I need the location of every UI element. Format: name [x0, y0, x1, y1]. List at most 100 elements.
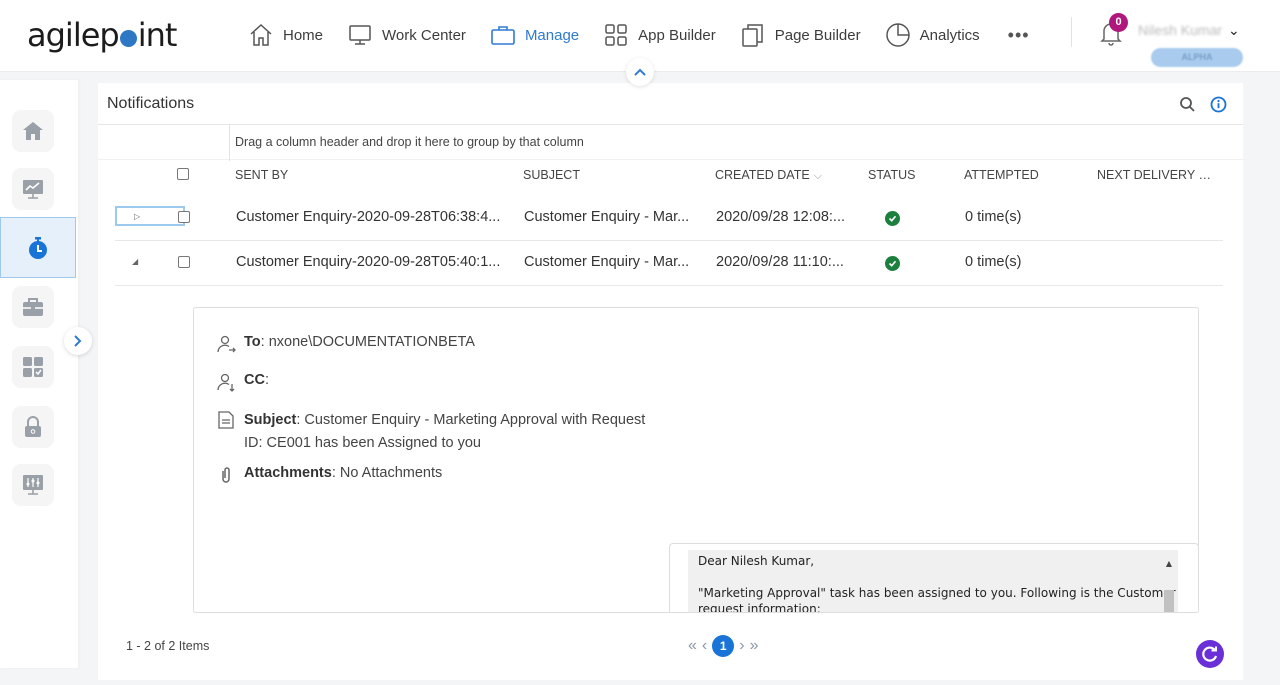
detail-to: To: nxone\DOCUMENTATIONBETA: [216, 334, 475, 354]
table-row[interactable]: ▷ Customer Enquiry-2020-09-28T06:38:4...…: [115, 196, 1223, 241]
nav-item-label: App Builder: [638, 26, 716, 44]
column-header-attempted[interactable]: ATTEMPTED: [964, 168, 1039, 182]
sort-descending-icon: ⌵: [813, 170, 823, 182]
row-checkbox[interactable]: [178, 256, 190, 268]
main-nav: Home Work Center Manage App Builder Page…: [248, 20, 1030, 50]
document-icon: [218, 411, 234, 429]
table-row[interactable]: ◢ Customer Enquiry-2020-09-28T05:40:1...…: [115, 241, 1223, 286]
cell-attempted: 0 time(s): [965, 209, 1022, 225]
more-menu-button[interactable]: •••: [1008, 25, 1030, 46]
grid-header: SENT BY SUBJECT CREATED DATE ⌵ STATUS ATT…: [98, 163, 1243, 187]
message-greeting: Dear Nilesh Kumar,: [698, 554, 815, 568]
briefcase-icon: [491, 26, 515, 45]
home-icon: [250, 23, 272, 46]
expand-arrow-icon: ▷: [134, 211, 141, 221]
logo-text-start: agilep: [27, 16, 120, 54]
refresh-button[interactable]: [1196, 640, 1224, 668]
cell-subject: Customer Enquiry - Mar...: [524, 254, 690, 270]
select-all-checkbox[interactable]: [177, 168, 189, 180]
collapse-header-button[interactable]: [626, 58, 654, 86]
status-success-icon: [885, 256, 900, 271]
sidebar-item-settings[interactable]: [12, 464, 54, 506]
pie-chart-icon: [885, 23, 910, 47]
nav-item-analytics[interactable]: Analytics: [885, 22, 980, 48]
row-checkbox[interactable]: [178, 211, 190, 223]
agilepoint-logo[interactable]: agilep int: [27, 16, 178, 54]
column-header-subject[interactable]: SUBJECT: [523, 168, 580, 182]
previous-page-button[interactable]: ‹: [702, 637, 707, 655]
nav-item-manage[interactable]: Manage: [490, 22, 579, 48]
sidebar-item-home[interactable]: [12, 110, 54, 152]
column-header-next-delivery-date[interactable]: NEXT DELIVERY D...: [1097, 168, 1217, 182]
first-page-button[interactable]: «: [688, 637, 697, 655]
group-by-hint: Drag a column header and drop it here to…: [235, 135, 584, 149]
sliders-monitor-icon: [23, 475, 43, 495]
monitor-icon: [349, 25, 371, 45]
group-bar-divider: [229, 125, 230, 161]
info-icon[interactable]: [1210, 96, 1227, 113]
detail-cc: CC:: [216, 372, 269, 392]
last-page-button[interactable]: »: [750, 637, 759, 655]
scroll-up-arrow-icon[interactable]: ▲: [1166, 556, 1172, 572]
subject-value-line2: ID: CE001 has been Assigned to you: [244, 435, 481, 451]
nav-item-work-center[interactable]: Work Center: [347, 22, 466, 48]
attachments-label: Attachments: [244, 465, 332, 481]
item-count: 1 - 2 of 2 Items: [126, 639, 210, 653]
message-text-line: "Marketing Approval" task has been assig…: [698, 586, 1176, 600]
paperclip-icon: [222, 467, 230, 483]
refresh-icon: [1202, 646, 1218, 662]
detail-subject: Subject: Customer Enquiry - Marketing Ap…: [216, 409, 645, 455]
cell-created-date: 2020/09/28 11:10:...: [716, 254, 844, 270]
to-value: : nxone\DOCUMENTATIONBETA: [260, 334, 475, 350]
user-receive-icon: [217, 373, 235, 392]
message-body[interactable]: Dear Nilesh Kumar, "Marketing Approval" …: [688, 550, 1178, 613]
cell-subject: Customer Enquiry - Mar...: [524, 209, 690, 225]
next-page-button[interactable]: ›: [739, 637, 744, 655]
pages-icon: [741, 24, 763, 47]
column-header-created-date[interactable]: CREATED DATE ⌵: [715, 168, 822, 183]
subject-value: : Customer Enquiry - Marketing Approval …: [296, 412, 646, 428]
group-by-drop-zone[interactable]: Drag a column header and drop it here to…: [98, 124, 1243, 161]
user-name[interactable]: Nilesh Kumar: [1138, 22, 1222, 38]
page-title: Notifications: [107, 95, 195, 112]
nav-item-home[interactable]: Home: [248, 22, 323, 48]
sidebar-item-dashboard[interactable]: [12, 168, 54, 210]
logo-dot: [119, 30, 137, 47]
logo-text-end: int: [137, 16, 178, 54]
user-send-icon: [217, 335, 236, 353]
checkmark-icon: [888, 215, 897, 222]
row-collapse-toggle[interactable]: ◢: [115, 251, 185, 271]
pagination: « ‹ 1 › »: [688, 635, 758, 657]
column-header-sent-by[interactable]: SENT BY: [235, 168, 288, 182]
message-scrollbar-thumb[interactable]: [1164, 590, 1174, 612]
nav-item-page-builder[interactable]: Page Builder: [740, 22, 861, 48]
expand-sidebar-button[interactable]: [64, 327, 92, 355]
message-text-line: request information:: [698, 602, 821, 613]
nav-item-label: Analytics: [919, 26, 980, 44]
to-label: To: [244, 334, 261, 350]
sidebar-item-apps[interactable]: [12, 346, 54, 388]
nav-item-label: Work Center: [382, 26, 466, 44]
chevron-down-icon[interactable]: ⌄: [1228, 22, 1240, 39]
nav-item-label: Page Builder: [774, 26, 861, 44]
column-header-status[interactable]: STATUS: [868, 168, 915, 182]
detail-attachments: Attachments: No Attachments: [216, 465, 442, 485]
row-expand-toggle[interactable]: ▷: [115, 206, 185, 226]
current-page-button[interactable]: 1: [712, 635, 735, 657]
toolbox-icon: [23, 298, 43, 316]
sidebar-item-timer[interactable]: [0, 217, 76, 278]
sidebar: [0, 80, 78, 668]
nav-item-label: Home: [283, 26, 324, 44]
sidebar-item-security[interactable]: [12, 406, 54, 448]
apps-check-icon: [23, 357, 43, 377]
grid-icon: [605, 24, 627, 46]
cell-sent-by: Customer Enquiry-2020-09-28T06:38:4...: [236, 209, 501, 225]
search-icon[interactable]: [1179, 96, 1196, 113]
environment-badge: ALPHA: [1151, 48, 1243, 67]
cell-sent-by: Customer Enquiry-2020-09-28T05:40:1...: [236, 254, 501, 270]
nav-item-app-builder[interactable]: App Builder: [603, 22, 716, 48]
message-body-frame[interactable]: Dear Nilesh Kumar, "Marketing Approval" …: [669, 543, 1198, 613]
cell-attempted: 0 time(s): [965, 254, 1022, 270]
sidebar-item-toolbox[interactable]: [12, 286, 54, 328]
